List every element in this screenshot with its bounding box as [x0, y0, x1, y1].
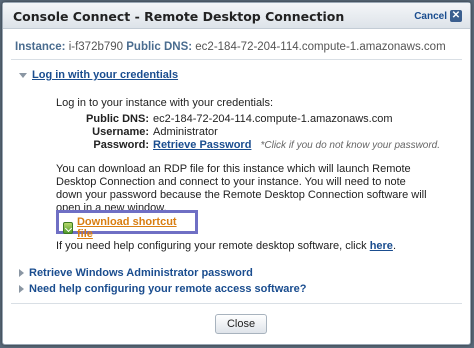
- cred-row-password: Password: Retrieve Password *Click if yo…: [83, 139, 440, 152]
- cancel-label: Cancel: [414, 10, 447, 22]
- section-credentials-heading[interactable]: Log in with your credentials: [32, 69, 178, 81]
- help-here-link[interactable]: here: [370, 240, 393, 252]
- cred-row-username: Username: Administrator: [83, 126, 440, 139]
- section-retrieve-password-toggle[interactable]: Retrieve Windows Administrator password: [19, 267, 253, 279]
- divider: [11, 59, 462, 60]
- cred-username-value: Administrator: [153, 126, 218, 138]
- section-remote-help-toggle[interactable]: Need help configuring your remote access…: [19, 283, 307, 295]
- credentials-intro: Log in to your instance with your creden…: [56, 97, 274, 109]
- cred-dns-value: ec2-184-72-204-114.compute-1.amazonaws.c…: [153, 113, 393, 125]
- credentials-table: Public DNS: ec2-184-72-204-114.compute-1…: [83, 113, 440, 152]
- public-dns-value: ec2-184-72-204-114.compute-1.amazonaws.c…: [195, 41, 446, 53]
- rdp-text-line: Desktop Connection and connect to your i…: [56, 176, 406, 188]
- remote-desktop-dialog: Console Connect - Remote Desktop Connect…: [2, 2, 471, 345]
- help-line: If you need help configuring your remote…: [56, 240, 396, 252]
- download-highlight-box: Download shortcut file: [56, 210, 198, 240]
- dialog-title: Console Connect - Remote Desktop Connect…: [13, 9, 345, 24]
- close-icon[interactable]: ✕: [450, 10, 462, 22]
- cred-password-value: Retrieve Password *Click if you do not k…: [153, 139, 440, 152]
- rdp-text-line: down your password because the Remote De…: [56, 189, 427, 201]
- retrieve-password-link[interactable]: Retrieve Password: [153, 139, 251, 151]
- password-hint: *Click if you do not know your password.: [260, 140, 441, 151]
- section-retrieve-password-label[interactable]: Retrieve Windows Administrator password: [29, 267, 253, 279]
- download-icon: [63, 222, 73, 234]
- section-remote-help-label[interactable]: Need help configuring your remote access…: [29, 283, 307, 295]
- close-button[interactable]: Close: [215, 314, 267, 334]
- dialog-titlebar: Console Connect - Remote Desktop Connect…: [3, 3, 470, 29]
- cred-dns-label: Public DNS:: [86, 113, 149, 125]
- collapsed-triangle-icon: [19, 285, 24, 293]
- cred-username-label: Username:: [92, 126, 149, 138]
- cred-password-label: Password:: [93, 139, 149, 151]
- expanded-triangle-icon: [19, 72, 27, 78]
- instance-info: Instance: i-f372b790 Public DNS: ec2-184…: [15, 41, 462, 53]
- download-shortcut-label: Download shortcut file: [76, 216, 177, 240]
- public-dns-label: Public DNS:: [126, 41, 193, 53]
- collapsed-triangle-icon: [19, 269, 24, 277]
- help-prefix: If you need help configuring your remote…: [56, 240, 367, 252]
- cred-row-dns: Public DNS: ec2-184-72-204-114.compute-1…: [83, 113, 440, 126]
- rdp-text-line: You can download an RDP file for this in…: [56, 163, 411, 175]
- section-credentials-toggle[interactable]: Log in with your credentials: [19, 69, 178, 81]
- cancel-button[interactable]: Cancel ✕: [414, 10, 462, 22]
- help-suffix: .: [392, 240, 396, 252]
- download-shortcut-link[interactable]: Download shortcut file: [63, 216, 195, 240]
- divider: [11, 303, 462, 304]
- instance-label: Instance:: [15, 41, 66, 53]
- rdp-description: You can download an RDP file for this in…: [56, 163, 427, 215]
- instance-id: i-f372b790: [68, 41, 124, 53]
